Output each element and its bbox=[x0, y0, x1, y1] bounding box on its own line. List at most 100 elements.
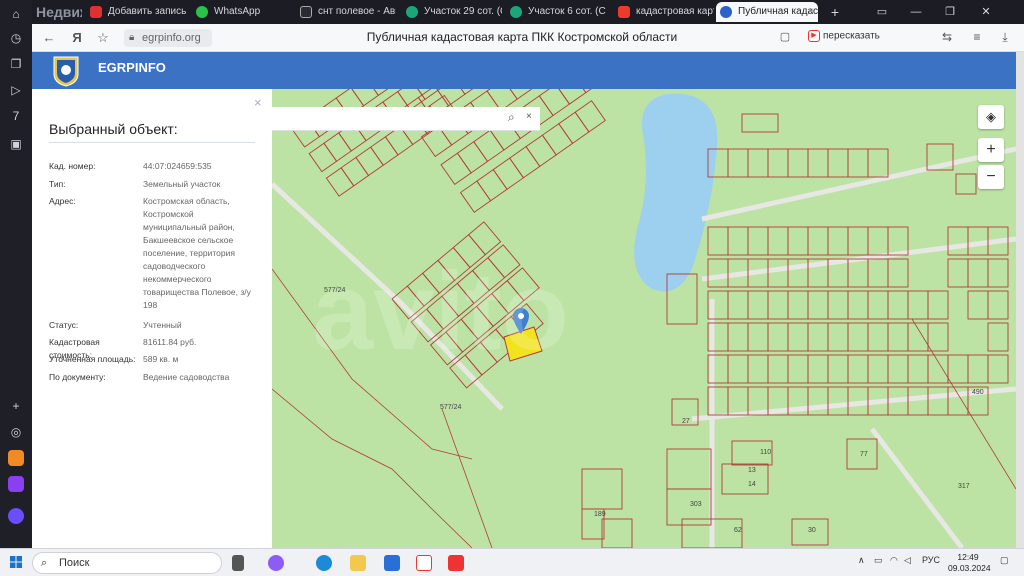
field-label: Статус: bbox=[49, 320, 79, 330]
browser-sidebar: ⌂ ◷ ❐ ▷ 7 ▣ + ◎ bbox=[0, 0, 32, 548]
watermark-text: Недвижимость bbox=[36, 4, 82, 20]
parcel-label: 77 bbox=[860, 451, 868, 458]
site-settings-icon[interactable]: ☆ bbox=[94, 30, 112, 46]
brand-name[interactable]: EGRPINFO bbox=[98, 60, 166, 75]
windows-start-icon[interactable] bbox=[10, 556, 22, 568]
close-icon[interactable]: × bbox=[254, 95, 262, 110]
battery-icon[interactable]: ▭ bbox=[874, 555, 883, 566]
map-canvas[interactable]: avito bbox=[272, 89, 1016, 548]
windows-taskbar: ⌕ Поиск ∧ ▭ ◠ ◁ РУС 12:49 09.03.2024 ▢ bbox=[0, 548, 1024, 576]
parcel-label: 490 bbox=[972, 389, 984, 396]
search-icon[interactable]: ⌕ bbox=[508, 110, 515, 125]
field-value: Костромская область, Костромской муницип… bbox=[143, 196, 251, 310]
zoom-out-button[interactable]: − bbox=[978, 165, 1004, 189]
field-value: Земельный участок bbox=[143, 179, 221, 189]
notifications-icon[interactable]: ▢ bbox=[1000, 555, 1009, 566]
whatsapp-icon bbox=[196, 6, 208, 18]
alice-icon[interactable] bbox=[268, 555, 284, 571]
volume-icon[interactable]: ◁ bbox=[904, 555, 911, 566]
field-label: Тип: bbox=[49, 179, 66, 189]
yandex-browser-icon[interactable]: Я bbox=[68, 30, 86, 45]
zoom-in-button[interactable]: + bbox=[978, 138, 1004, 162]
url-field[interactable]: 🔒︎ egrpinfo.org bbox=[124, 29, 212, 47]
emblem-logo-icon[interactable] bbox=[50, 54, 82, 87]
parcel-label: 27 bbox=[682, 418, 690, 425]
clock[interactable]: 12:49 09.03.2024 bbox=[948, 552, 991, 574]
tab-plot-29[interactable]: Участок 29 сот. (СН bbox=[402, 2, 502, 22]
parcel-label: 303 bbox=[690, 501, 702, 508]
retell-icon: ▶ bbox=[808, 30, 820, 42]
home-icon[interactable]: ⌂ bbox=[8, 6, 24, 22]
tab-whatsapp[interactable]: WhatsApp bbox=[192, 2, 292, 22]
field-label: Уточненная площадь: bbox=[49, 354, 136, 364]
road-label: 577/24 bbox=[324, 287, 346, 294]
taskbar-search[interactable]: ⌕ Поиск bbox=[32, 552, 222, 574]
field-label: Кад. номер: bbox=[49, 161, 96, 171]
domclick-icon bbox=[406, 6, 418, 18]
tab-public-cadastral[interactable]: Публичная кадас × bbox=[716, 2, 818, 22]
alice-icon[interactable]: ◎ bbox=[8, 424, 24, 440]
wifi-icon[interactable]: ◠ bbox=[890, 555, 898, 566]
minimize-icon[interactable]: — bbox=[902, 2, 930, 22]
parcel-label: 62 bbox=[734, 527, 742, 534]
field-label: Адрес: bbox=[49, 196, 76, 206]
tab-snt-polevoe[interactable]: снт полевое - Ави bbox=[296, 2, 396, 22]
history-icon[interactable]: ◷ bbox=[8, 30, 24, 46]
file-explorer-icon[interactable] bbox=[350, 555, 366, 571]
field-value: Ведение садоводства bbox=[143, 372, 230, 382]
tab-plot-6[interactable]: Участок 6 сот. (СН bbox=[506, 2, 606, 22]
search-icon: ⌕ bbox=[41, 557, 48, 569]
site-header: EGRPINFO bbox=[32, 52, 1024, 89]
object-info-panel: × Выбранный объект: Кад. номер: 44:07:02… bbox=[32, 89, 272, 548]
lake bbox=[634, 93, 718, 292]
panel-title: Выбранный объект: bbox=[49, 121, 178, 137]
seven-icon[interactable]: 7 bbox=[8, 108, 24, 124]
parcel-label: 317 bbox=[958, 483, 970, 490]
retell-button[interactable]: ▶ пересказать bbox=[808, 30, 880, 42]
close-tab-icon[interactable]: × bbox=[808, 2, 814, 22]
tab-favicon-icon bbox=[90, 6, 102, 18]
app-orange-icon[interactable] bbox=[8, 450, 24, 466]
close-window-icon[interactable]: ✕ bbox=[972, 2, 1000, 22]
page-title: Публичная кадастовая карта ПКК Костромск… bbox=[366, 30, 678, 44]
mail-icon[interactable] bbox=[384, 555, 400, 571]
new-tab-button[interactable]: + bbox=[824, 2, 846, 22]
yandex-icon bbox=[618, 6, 630, 18]
translate-icon[interactable]: ⇆ bbox=[938, 30, 956, 44]
back-icon[interactable]: ← bbox=[40, 30, 58, 45]
shield-icon bbox=[720, 6, 732, 18]
parcel-label: 110 bbox=[760, 449, 772, 456]
bookmarks-icon[interactable]: ▭ bbox=[868, 2, 896, 22]
cadastral-map[interactable]: avito 577/24 577/24 317 110 77 27 189 30… bbox=[272, 89, 1016, 548]
assistant-icon[interactable] bbox=[8, 508, 24, 524]
downloads-icon[interactable]: ⤓ bbox=[996, 30, 1014, 45]
layers-icon[interactable]: ◈ bbox=[978, 105, 1004, 129]
maximize-icon[interactable]: ❐ bbox=[936, 2, 964, 22]
field-value: Учтенный bbox=[143, 320, 182, 330]
tray-up-icon[interactable]: ∧ bbox=[858, 555, 865, 566]
field-value: 589 кв. м bbox=[143, 354, 179, 364]
collections-icon[interactable]: ❐ bbox=[8, 56, 24, 72]
add-icon[interactable]: + bbox=[8, 398, 24, 414]
app-purple-icon[interactable] bbox=[8, 476, 24, 492]
tab-add-post[interactable]: Добавить запись bbox=[86, 2, 188, 22]
map-search-input[interactable]: ⌕ × bbox=[272, 107, 540, 131]
language-indicator[interactable]: РУС bbox=[922, 555, 940, 565]
play-icon[interactable]: ▷ bbox=[8, 82, 24, 98]
scrollbar[interactable] bbox=[1016, 52, 1024, 548]
field-label: По документу: bbox=[49, 372, 106, 382]
parcel-label: 30 bbox=[808, 527, 816, 534]
tab-bar: Недвижимость Добавить запись WhatsApp сн… bbox=[32, 0, 1024, 24]
edge-icon[interactable] bbox=[316, 555, 332, 571]
tab-cadastral-map[interactable]: кадастровая карта bbox=[614, 2, 714, 22]
watermark-overlay: avito bbox=[312, 250, 569, 373]
menu-icon[interactable]: ≡ bbox=[968, 30, 986, 44]
road-label: 577/24 bbox=[440, 404, 462, 411]
bookmark-icon[interactable]: ▢ bbox=[776, 30, 794, 43]
task-view-icon[interactable] bbox=[232, 555, 244, 571]
clear-icon[interactable]: × bbox=[526, 111, 532, 122]
lock-icon: 🔒︎ bbox=[129, 32, 135, 43]
screenshot-icon[interactable]: ▣ bbox=[8, 136, 24, 152]
yandex-browser-icon[interactable] bbox=[448, 555, 464, 571]
yandex-icon[interactable] bbox=[416, 555, 432, 571]
